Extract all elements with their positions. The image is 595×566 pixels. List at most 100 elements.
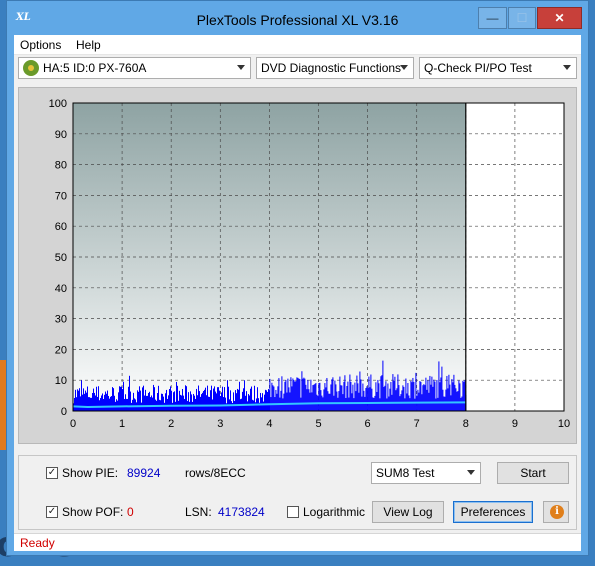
pie-bar (85, 390, 86, 411)
pof-value: 0 (127, 505, 134, 519)
pie-bar (99, 400, 100, 411)
pie-bar (383, 386, 385, 411)
start-button[interactable]: Start (497, 462, 569, 484)
pie-bar (368, 376, 370, 411)
pie-bar (150, 397, 151, 411)
info-button[interactable]: i (543, 501, 569, 523)
pie-bar (451, 379, 453, 411)
pie-bar (145, 389, 146, 411)
pie-bar (254, 385, 255, 411)
pie-bar (347, 381, 349, 411)
pie-bar (206, 395, 207, 411)
pie-bar (137, 390, 138, 411)
pie-bar (292, 378, 294, 411)
test-select[interactable]: Q-Check PI/PO Test (419, 57, 577, 79)
pie-bar (296, 377, 298, 411)
pie-bar (91, 397, 92, 411)
pie-bar (362, 383, 364, 411)
pie-bar (404, 398, 406, 411)
pie-bar (179, 390, 180, 411)
pie-bar (196, 388, 197, 411)
pie-bar (429, 375, 431, 411)
pie-bar (411, 382, 413, 411)
client-area: Options Help HA:5 ID:0 PX-760A DVD Diagn… (14, 35, 581, 551)
pie-bar (423, 384, 425, 411)
pie-bar (220, 395, 221, 411)
pie-bar (243, 388, 244, 411)
x-tick-label: 9 (512, 418, 518, 430)
pie-bar (144, 395, 145, 411)
logarithmic-checkbox[interactable] (287, 506, 299, 518)
pie-bar (161, 393, 162, 411)
pie-bar (247, 401, 248, 411)
pie-bar (211, 385, 212, 411)
pie-bar (355, 391, 357, 411)
title-bar[interactable]: XL PlexTools Professional XL V3.16 — ☐ ✕ (7, 1, 588, 37)
x-tick-label: 3 (217, 418, 223, 430)
pie-bar (267, 391, 268, 411)
pie-bar (357, 383, 359, 411)
chevron-down-icon (237, 65, 245, 70)
pie-bar (281, 376, 283, 411)
pie-bar (315, 383, 317, 411)
menu-help[interactable]: Help (76, 38, 101, 52)
pie-bar (95, 395, 96, 411)
drive-icon (23, 60, 39, 76)
pie-bar (142, 387, 143, 411)
pie-bar (238, 389, 239, 411)
pie-bar (106, 393, 107, 411)
pie-bar (157, 392, 158, 411)
pie-bar (188, 392, 189, 411)
pie-bar (162, 393, 163, 411)
maximize-button[interactable]: ☐ (508, 7, 536, 29)
minimize-button[interactable]: — (478, 7, 507, 29)
pie-bar (248, 394, 249, 411)
view-log-button[interactable]: View Log (372, 501, 444, 523)
pie-bar (214, 386, 215, 411)
pie-bar (293, 379, 295, 411)
pie-bar (430, 384, 432, 411)
pie-bar (164, 402, 165, 411)
y-tick-label: 40 (55, 283, 67, 295)
pie-bar (308, 389, 310, 411)
pie-bar (272, 385, 274, 411)
pie-bar (74, 397, 75, 411)
pie-bar (170, 386, 171, 411)
pie-bar (419, 381, 421, 411)
pie-bar (387, 383, 389, 411)
pie-bar (286, 392, 288, 411)
pie-bar (403, 386, 405, 411)
pie-bar (287, 378, 289, 411)
preferences-button[interactable]: Preferences (453, 501, 533, 523)
pie-bar (114, 395, 115, 411)
pie-bar (384, 385, 386, 411)
function-select[interactable]: DVD Diagnostic Functions (256, 57, 414, 79)
pie-bar (385, 381, 387, 411)
pie-bar (110, 396, 111, 411)
show-pof-checkbox[interactable]: ✓ (46, 506, 58, 518)
pie-bar (143, 385, 144, 411)
pie-bar (350, 381, 352, 411)
y-tick-label: 50 (55, 252, 67, 264)
menu-options[interactable]: Options (20, 38, 61, 52)
pie-bar (456, 391, 458, 411)
drive-select[interactable]: HA:5 ID:0 PX-760A (18, 57, 251, 79)
pie-bar (191, 394, 192, 411)
pie-bar (290, 377, 292, 411)
pie-bar (303, 377, 305, 411)
pie-bar (386, 398, 388, 411)
pie-bar (312, 385, 314, 411)
pie-bar (337, 397, 339, 411)
function-select-value: DVD Diagnostic Functions (261, 61, 402, 75)
pie-bar (203, 391, 204, 411)
pie-bar (166, 389, 167, 411)
close-button[interactable]: ✕ (537, 7, 582, 29)
pie-bar (325, 387, 327, 411)
pie-bar (395, 390, 397, 411)
pie-bar (445, 389, 447, 411)
show-pie-checkbox[interactable]: ✓ (46, 467, 58, 479)
pie-bar (225, 397, 226, 411)
pie-bar (332, 377, 334, 411)
pie-bar (198, 385, 199, 411)
sum-select[interactable]: SUM8 Test (371, 462, 481, 484)
